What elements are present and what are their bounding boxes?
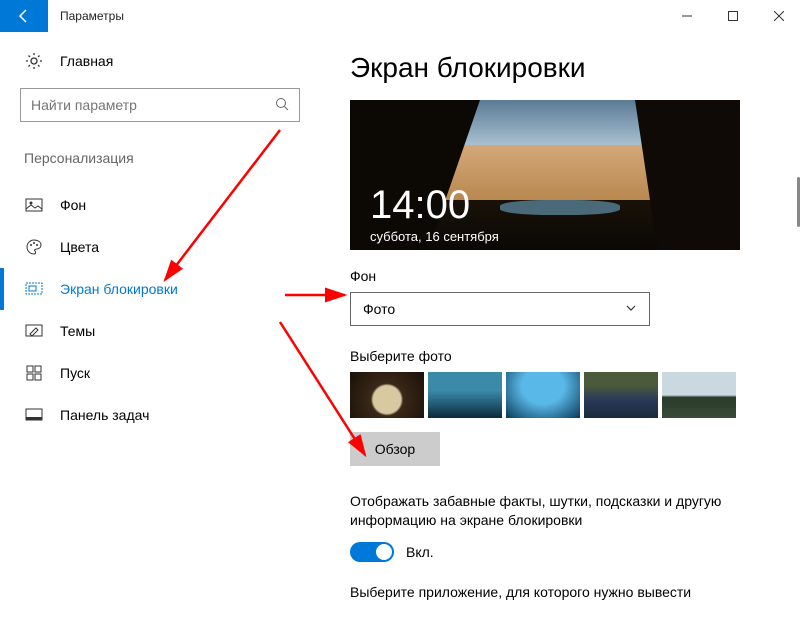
maximize-button[interactable] (710, 0, 756, 32)
preview-time: 14:00 (370, 183, 470, 228)
thumb-5[interactable] (662, 372, 736, 418)
nav-label: Цвета (60, 239, 99, 255)
page-title: Экран блокировки (350, 52, 772, 84)
thumb-3[interactable] (506, 372, 580, 418)
nav-label: Панель задач (60, 407, 149, 423)
nav-taskbar[interactable]: Панель задач (0, 394, 300, 436)
thumb-2[interactable] (428, 372, 502, 418)
close-button[interactable] (756, 0, 802, 32)
palette-icon (24, 238, 44, 256)
section-title: Персонализация (24, 150, 300, 166)
nav-label: Фон (60, 197, 86, 213)
nav-colors[interactable]: Цвета (0, 226, 300, 268)
background-label: Фон (350, 268, 772, 284)
nav-label: Экран блокировки (60, 281, 178, 297)
choose-photo-label: Выберите фото (350, 348, 772, 364)
lock-preview: 14:00 суббота, 16 сентября (350, 100, 740, 250)
toggle-label: Вкл. (406, 544, 434, 560)
search-input[interactable] (31, 97, 275, 113)
taskbar-icon (24, 406, 44, 424)
nav-label: Темы (60, 323, 95, 339)
window-title: Параметры (60, 9, 124, 23)
home-nav[interactable]: Главная (24, 52, 300, 70)
facts-description: Отображать забавные факты, шутки, подска… (350, 492, 772, 530)
preview-date: суббота, 16 сентября (370, 229, 499, 244)
photo-thumbnails (350, 372, 772, 418)
background-select[interactable]: Фото (350, 292, 650, 326)
image-icon (24, 196, 44, 214)
gear-icon (24, 52, 44, 70)
thumb-1[interactable] (350, 372, 424, 418)
facts-toggle[interactable] (350, 542, 394, 562)
lock-screen-icon (24, 280, 44, 298)
nav-themes[interactable]: Темы (0, 310, 300, 352)
nav-background[interactable]: Фон (0, 184, 300, 226)
brush-icon (24, 322, 44, 340)
back-button[interactable] (0, 0, 48, 32)
nav-lock-screen[interactable]: Экран блокировки (0, 268, 300, 310)
nav-label: Пуск (60, 365, 90, 381)
minimize-button[interactable] (664, 0, 710, 32)
browse-button[interactable]: Обзор (350, 432, 440, 466)
search-box[interactable] (20, 88, 300, 122)
sidebar: Главная Персонализация Фон Цвета Экран б… (0, 32, 320, 635)
thumb-4[interactable] (584, 372, 658, 418)
select-value: Фото (363, 301, 395, 317)
nav-start[interactable]: Пуск (0, 352, 300, 394)
chevron-down-icon (625, 301, 637, 317)
main-panel: Экран блокировки 14:00 суббота, 16 сентя… (320, 32, 802, 635)
window-controls (664, 0, 802, 32)
search-icon (275, 97, 289, 114)
titlebar: Параметры (0, 0, 802, 32)
choose-app-label: Выберите приложение, для которого нужно … (350, 584, 772, 600)
scrollbar[interactable] (797, 177, 800, 227)
home-label: Главная (60, 53, 113, 69)
start-icon (24, 364, 44, 382)
